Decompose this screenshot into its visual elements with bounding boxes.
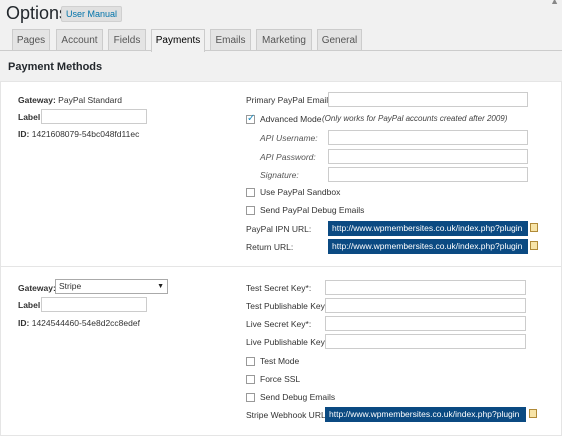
return-url-label: Return URL:	[246, 242, 294, 252]
gateway-select-value: Stripe	[59, 281, 82, 291]
copy-icon[interactable]	[530, 223, 538, 232]
test-publishable-key-label: Test Publishable Key*:	[246, 301, 331, 311]
id-value: 1421608079-54bc048fd11ec	[31, 129, 140, 139]
signature-label: Signature:	[260, 170, 299, 180]
advanced-mode-label: Advanced Mode	[260, 114, 322, 124]
sandbox-label: Use PayPal Sandbox	[260, 187, 341, 197]
api-password-input[interactable]	[328, 149, 528, 164]
test-publishable-key-input[interactable]	[325, 298, 526, 313]
force-ssl-label: Force SSL	[260, 374, 301, 384]
tab-fields[interactable]: Fields	[108, 29, 146, 50]
label-label: Label:	[18, 112, 44, 122]
sandbox-checkbox[interactable]	[246, 188, 255, 197]
live-secret-key-input[interactable]	[325, 316, 526, 331]
ipn-url-field[interactable]: http://www.wpmembersites.co.uk/index.php…	[328, 221, 528, 236]
webhook-url-label: Stripe Webhook URL:	[246, 410, 329, 420]
test-mode-label: Test Mode	[260, 356, 300, 366]
return-url-field[interactable]: http://www.wpmembersites.co.uk/index.php…	[328, 239, 528, 254]
debug-emails-label: Send Debug Emails	[260, 392, 336, 402]
id-row: ID: 1421608079-54bc048fd11ec	[18, 129, 140, 139]
gateway-label: Gateway:	[18, 283, 56, 293]
copy-icon[interactable]	[529, 409, 537, 418]
live-publishable-key-input[interactable]	[325, 334, 526, 349]
ipn-url-label: PayPal IPN URL:	[246, 224, 312, 234]
copy-icon[interactable]	[530, 241, 538, 250]
gateway-value: PayPal Standard	[58, 95, 122, 105]
test-secret-key-input[interactable]	[325, 280, 526, 295]
debug-emails-label: Send PayPal Debug Emails	[260, 205, 365, 215]
webhook-url-field[interactable]: http://www.wpmembersites.co.uk/index.php…	[325, 407, 526, 422]
collapse-arrow-icon[interactable]: ▲	[550, 0, 559, 6]
user-manual-button[interactable]: User Manual	[61, 6, 123, 22]
advanced-mode-note: (Only works for PayPal accounts created …	[322, 114, 508, 123]
live-publishable-key-label: Live Publishable Key*:	[246, 337, 331, 347]
debug-emails-checkbox[interactable]	[246, 393, 255, 402]
tab-account[interactable]: Account	[56, 29, 103, 50]
gateway-select[interactable]: Stripe ▼	[55, 279, 168, 294]
primary-email-input[interactable]	[328, 92, 528, 107]
api-username-input[interactable]	[328, 130, 528, 145]
tab-emails[interactable]: Emails	[210, 29, 251, 50]
label-label: Label:	[18, 300, 44, 310]
live-secret-key-label: Live Secret Key*:	[246, 319, 312, 329]
tab-general[interactable]: General	[317, 29, 362, 50]
section-title: Payment Methods	[8, 61, 103, 73]
page-title: Options	[6, 3, 69, 23]
primary-email-label: Primary PayPal Email*:	[246, 95, 334, 105]
label-input[interactable]	[41, 109, 147, 124]
tab-pages[interactable]: Pages	[12, 29, 50, 50]
api-password-label: API Password:	[260, 152, 316, 162]
test-secret-key-label: Test Secret Key*:	[246, 283, 312, 293]
test-mode-checkbox[interactable]	[246, 357, 255, 366]
id-row: ID: 1424544460-54e8d2cc8edef	[18, 318, 140, 328]
gateway-panel-stripe: Gateway: Stripe ▼ Label: ID: 1424544460-…	[0, 266, 562, 436]
gateway-panel-paypal: Gateway: PayPal Standard Label: ID: 1421…	[0, 81, 562, 267]
id-value: 1424544460-54e8d2cc8edef	[31, 318, 140, 328]
signature-input[interactable]	[328, 167, 528, 182]
api-username-label: API Username:	[260, 133, 318, 143]
tab-payments[interactable]: Payments	[151, 29, 205, 52]
tabs-divider	[0, 50, 562, 51]
force-ssl-checkbox[interactable]	[246, 375, 255, 384]
tab-marketing[interactable]: Marketing	[256, 29, 312, 50]
gateway-row: Gateway: PayPal Standard	[18, 95, 122, 105]
debug-emails-checkbox[interactable]	[246, 206, 255, 215]
label-input[interactable]	[41, 297, 147, 312]
dropdown-arrow-icon: ▼	[157, 283, 164, 290]
advanced-mode-checkbox[interactable]	[246, 113, 255, 124]
